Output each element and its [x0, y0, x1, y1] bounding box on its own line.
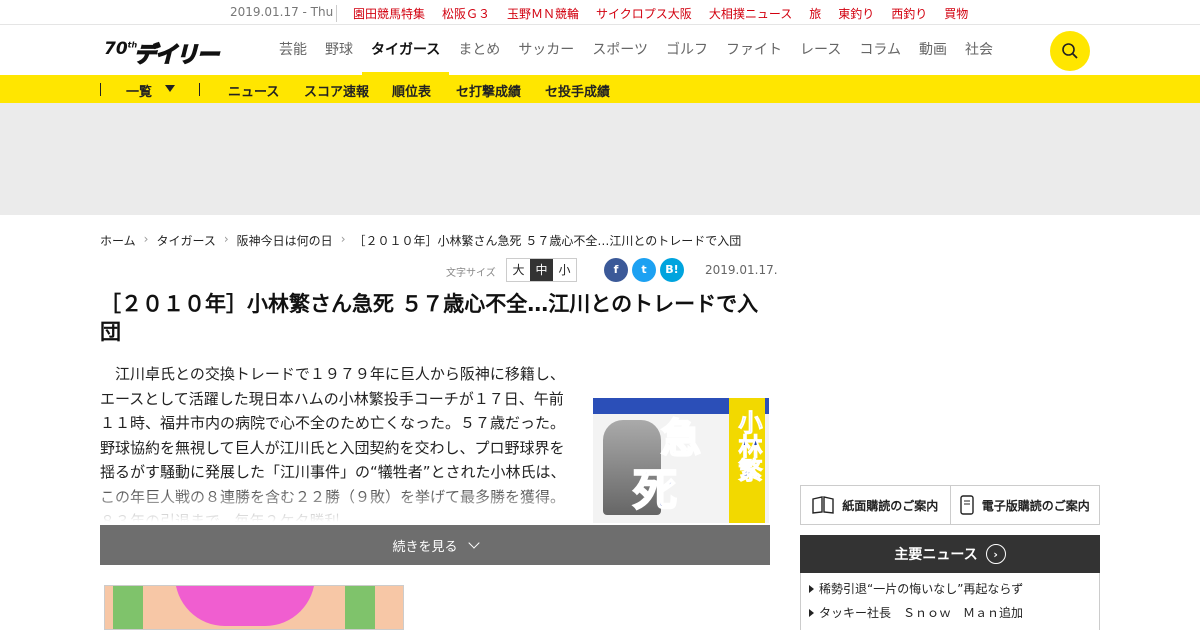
utility-link[interactable]: 玉野ＭＮ競輪	[507, 5, 579, 22]
divider	[199, 83, 200, 96]
twitter-icon[interactable]: t	[632, 258, 656, 282]
nav-item-active[interactable]: タイガース	[362, 25, 450, 75]
utility-link[interactable]: 東釣り	[838, 5, 874, 22]
chevron-down-icon	[467, 537, 480, 549]
subnav-item[interactable]: 順位表	[392, 81, 431, 100]
illustration-detail	[113, 586, 143, 629]
headline-glyph: 死	[632, 464, 678, 517]
share-buttons: f t B!	[604, 258, 688, 282]
search-button[interactable]	[1050, 31, 1090, 71]
utility-bar: 2019.01.17 - Thu 園田競馬特集 松阪Ｇ３ 玉野ＭＮ競輪 サイクロ…	[0, 0, 1200, 24]
publish-date: 2019.01.17.	[705, 263, 778, 277]
font-size-selector: 大 中 小	[506, 258, 577, 282]
breadcrumb-current: ［２０１０年］小林繁さん急死 ５７歳心不全…江川とのトレードで入団	[353, 234, 742, 248]
nav-item[interactable]: まとめ	[449, 25, 509, 75]
nav-item[interactable]: コラム	[850, 25, 910, 75]
news-headline: タッキー社長 Ｓｎｏｗ Ｍａｎ追加	[819, 606, 1024, 620]
utility-link[interactable]: 西釣り	[891, 5, 927, 22]
nav-item[interactable]: スポーツ	[583, 25, 657, 75]
digital-subscription-label: 電子版購読のご案内	[981, 498, 1090, 513]
subnav-item[interactable]: ニュース	[228, 81, 279, 100]
utility-link[interactable]: 大相撲ニュース	[709, 5, 792, 22]
triangle-right-icon	[809, 585, 814, 593]
utility-links: 園田競馬特集 松阪Ｇ３ 玉野ＭＮ競輪 サイクロプス大阪 大相撲ニュース 旅 東釣…	[336, 5, 985, 22]
font-size-label: 文字サイズ	[446, 268, 496, 279]
subnav-item[interactable]: セ投手成績	[545, 81, 610, 100]
font-size-large[interactable]: 大	[507, 259, 530, 281]
search-icon	[1062, 43, 1078, 59]
subscription-buttons: 紙面購読のご案内 電子版購読のご案内	[800, 485, 1100, 525]
nav-item[interactable]: レース	[791, 25, 850, 75]
book-icon	[812, 496, 834, 514]
hatena-bookmark-icon[interactable]: B!	[660, 258, 684, 282]
site-logo[interactable]: 70th デイリー	[104, 37, 234, 69]
text-fade	[100, 482, 570, 522]
breadcrumb-item[interactable]: タイガース	[156, 232, 215, 249]
font-size-medium[interactable]: 中	[530, 259, 553, 281]
news-item[interactable]: タッキー社長 Ｓｎｏｗ Ｍａｎ追加	[809, 604, 1023, 621]
utility-link[interactable]: サイクロプス大阪	[596, 5, 692, 22]
illustration-detail	[175, 586, 315, 626]
subnav-item[interactable]: スコア速報	[304, 81, 369, 100]
triangle-right-icon	[809, 609, 814, 617]
divider	[100, 83, 101, 96]
breadcrumb-item[interactable]: 阪神今日は何の日	[237, 232, 333, 249]
headline-vertical: 小林繁	[734, 410, 763, 483]
utility-link[interactable]: 旅	[809, 5, 821, 22]
nav-item[interactable]: 芸能	[270, 25, 316, 75]
chevron-right-icon: ›	[143, 232, 149, 246]
nav-item[interactable]: 野球	[316, 25, 362, 75]
current-date: 2019.01.17 - Thu	[230, 5, 334, 19]
promo-illustration[interactable]	[104, 585, 404, 630]
list-dropdown[interactable]: 一覧	[126, 81, 152, 100]
logo-anniversary: 70th	[104, 39, 138, 59]
main-nav: 芸能 野球 タイガース まとめ サッカー スポーツ ゴルフ ファイト レース コ…	[270, 25, 1002, 75]
utility-link[interactable]: 松阪Ｇ３	[442, 5, 490, 22]
logo-wordmark: デイリー	[133, 42, 220, 69]
chevron-right-icon: ›	[340, 232, 346, 246]
chevron-right-circle-icon: ›	[985, 544, 1006, 564]
utility-link[interactable]: 園田競馬特集	[353, 5, 425, 22]
chevron-right-icon: ›	[223, 232, 229, 246]
article-title: ［２０１０年］小林繁さん急死 ５７歳心不全…江川とのトレードで入団	[100, 292, 759, 344]
nav-item[interactable]: サッカー	[509, 25, 583, 75]
subnav-item[interactable]: セ打撃成績	[456, 81, 521, 100]
nav-item[interactable]: ファイト	[717, 25, 791, 75]
read-more-button[interactable]: 続きを見る	[100, 525, 770, 565]
utility-link[interactable]: 買物	[944, 5, 968, 22]
section-subnav: 一覧 ニュース スコア速報 順位表 セ打撃成績 セ投手成績	[0, 75, 1200, 103]
article-photo[interactable]: 急 死 小林繁	[593, 398, 769, 523]
major-news-list: 稀勢引退“一片の悔いなし”再起ならず タッキー社長 Ｓｎｏｗ Ｍａｎ追加	[800, 573, 1100, 630]
breadcrumb: ホーム › タイガース › 阪神今日は何の日 › ［２０１０年］小林繁さん急死 ５７歳…	[100, 232, 749, 249]
major-news-title: 主要ニュース	[894, 547, 978, 563]
news-item[interactable]: 稀勢引退“一片の悔いなし”再起ならず	[809, 580, 1023, 597]
dropdown-arrow-icon[interactable]	[165, 85, 175, 92]
ad-banner-area	[0, 103, 1200, 215]
article-body: 江川卓氏との交換トレードで１９７９年に巨人から阪神に移籍し、エースとして活躍した…	[100, 362, 570, 522]
paper-subscription-label: 紙面購読のご案内	[842, 498, 939, 513]
nav-item[interactable]: 社会	[956, 25, 1002, 75]
nav-item[interactable]: ゴルフ	[657, 25, 717, 75]
nav-item[interactable]: 動画	[910, 25, 956, 75]
site-header: 70th デイリー 芸能 野球 タイガース まとめ サッカー スポーツ ゴルフ …	[0, 24, 1200, 75]
read-more-label: 続きを見る	[392, 539, 458, 555]
illustration-detail	[345, 586, 375, 629]
facebook-icon[interactable]: f	[604, 258, 628, 282]
news-headline: 稀勢引退“一片の悔いなし”再起ならず	[819, 582, 1024, 596]
major-news-header[interactable]: 主要ニュース ›	[800, 535, 1100, 573]
breadcrumb-item[interactable]: ホーム	[100, 232, 136, 249]
digital-subscription-button[interactable]: 電子版購読のご案内	[949, 486, 1100, 524]
font-size-small[interactable]: 小	[553, 259, 576, 281]
smartphone-icon	[960, 495, 974, 515]
paper-subscription-button[interactable]: 紙面購読のご案内	[801, 486, 950, 524]
